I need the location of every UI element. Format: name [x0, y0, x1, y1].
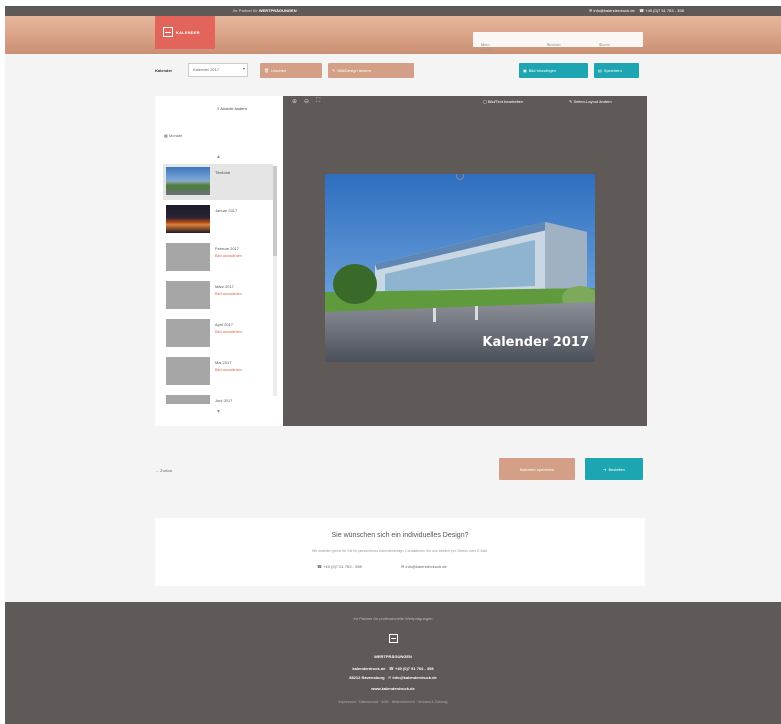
view-toggle[interactable]: ≡ Ansicht ändern: [217, 106, 247, 111]
top-email-link[interactable]: info@kalenderdruck.de: [593, 8, 634, 13]
thumbnail-scrollbar[interactable]: [273, 166, 277, 396]
top-contact: ✉ info@kalenderdruck.de ☎ +49 (0)7 51 76…: [589, 8, 684, 13]
list-item-status: Bild auswählen: [215, 329, 242, 334]
add-image-button[interactable]: ▣ Bild hinzufügen: [519, 63, 588, 78]
footer-contact-row-2: 88212 Ravensburg ✉ info@kalenderdruck.de: [349, 675, 437, 680]
list-item-title: April 2017: [215, 322, 234, 327]
pencil-icon: ✎: [332, 68, 336, 73]
zoom-in-icon[interactable]: ⊕: [292, 98, 297, 105]
thumbnail-placeholder: [166, 395, 210, 404]
layout-tool[interactable]: ✎ Seiten-Layout ändern: [569, 99, 612, 104]
logo-icon: [389, 634, 398, 643]
custom-design-card: Sie wünschen sich ein individuelles Desi…: [155, 518, 645, 586]
list-item-title: Januar 2017: [215, 208, 238, 213]
editor-toolbar: Kalender Kalender 2017 ▾ 🗑 Löschen ✎ Bil…: [5, 62, 781, 78]
top-bar: Ihr Partner für WERTPRÄGUNGEN ✉ info@kal…: [5, 6, 781, 16]
promo-prefix: Ihr Partner für: [233, 8, 258, 13]
chevron-down-icon: ▾: [242, 66, 245, 71]
scrollbar-thumb[interactable]: [273, 166, 277, 256]
footer-contact-row-1: kalenderdruck.de ☎ +49 (0)7 51 763 - 398: [352, 666, 434, 671]
save-icon: ▤: [598, 68, 602, 73]
edit-text-tool[interactable]: ▢ Bild/Text bearbeiten: [483, 99, 523, 104]
list-item[interactable]: April 2017 Bild auswählen: [163, 316, 273, 352]
save-button[interactable]: ▤ Speichern: [594, 63, 639, 78]
trash-icon: 🗑: [264, 68, 270, 73]
footer-website-link[interactable]: www.kalenderdruck.de: [5, 686, 781, 691]
top-phone[interactable]: +49 (0)7 51 763 - 398: [645, 8, 684, 13]
list-item-title: März 2017: [215, 284, 234, 289]
list-item[interactable]: Januar 2017: [163, 202, 273, 238]
card-email[interactable]: ✉ info@kalenderdruck.de: [401, 564, 447, 569]
cart-icon: ➜: [603, 466, 607, 472]
list-item[interactable]: Februar 2017 Bild auswählen: [163, 240, 273, 276]
list-item[interactable]: Juni 2017: [163, 392, 273, 404]
list-item-status: Bild auswählen: [215, 253, 242, 258]
logo[interactable]: KALENDER: [155, 16, 215, 49]
list-item-status: Bild auswählen: [215, 367, 242, 372]
calendar-label: Kalender: [155, 68, 173, 73]
calendar-preview: ⊕ ⊖ ⛶ ▢ Bild/Text bearbeiten ✎ Seiten-La…: [283, 96, 647, 426]
zoom-out-icon[interactable]: ⊖: [304, 98, 309, 105]
thumbnail-image: [166, 205, 210, 233]
card-title: Sie wünschen sich ein individuelles Desi…: [331, 532, 469, 539]
back-button[interactable]: ← Zurück: [155, 468, 172, 473]
thumbnail-placeholder: [166, 243, 210, 271]
promo-brand: WERTPRÄGUNGEN: [258, 8, 297, 13]
scroll-up-icon[interactable]: ▴: [217, 153, 220, 160]
thumbnail-placeholder: [166, 357, 210, 385]
footer-brand: WERTPRÄGUNGEN: [374, 654, 412, 659]
change-design-button[interactable]: ✎ Bild/Design ändern: [328, 63, 414, 78]
header: KALENDER ☺ Mein Konto ✎ Kontakt ⚲ Suche: [5, 16, 781, 54]
list-item-status: Bild auswählen: [215, 291, 242, 296]
footer-legal-links[interactable]: Impressum · Datenschutz · AGB · Widerruf…: [5, 700, 781, 704]
page-list-panel: ≡ Ansicht ändern ▦ Monate ▴ Titelblatt J…: [155, 96, 283, 426]
promo-text: Ihr Partner für WERTPRÄGUNGEN: [233, 8, 297, 13]
month-list-label: ▦ Monate: [164, 133, 183, 138]
image-icon: ▣: [523, 68, 527, 73]
cover-caption[interactable]: Kalender 2017: [482, 335, 589, 350]
calendar-select[interactable]: Kalender 2017 ▾: [188, 63, 248, 77]
list-item[interactable]: Mai 2017 Bild auswählen: [163, 354, 273, 390]
calendar-page[interactable]: Kalender 2017: [325, 174, 595, 362]
order-button[interactable]: ➜ Bestellen: [585, 458, 643, 480]
footer-tagline: Ihr Partner für professionelle Wertprägu…: [353, 616, 433, 621]
card-phone[interactable]: ☎ +49 (0)7 51 763 - 398: [317, 564, 362, 569]
list-item-title: Februar 2017: [215, 246, 240, 251]
cover-photo: [325, 174, 595, 362]
fullscreen-icon[interactable]: ⛶: [316, 98, 320, 105]
save-calendar-button[interactable]: Kalender speichern: [499, 458, 575, 480]
phone-icon: ☎: [639, 8, 645, 13]
thumbnail-image: [166, 167, 210, 195]
list-item[interactable]: März 2017 Bild auswählen: [163, 278, 273, 314]
mail-icon: ✉: [387, 675, 392, 680]
logo-text: KALENDER: [176, 30, 200, 35]
thumbnail-placeholder: [166, 281, 210, 309]
scroll-down-icon[interactable]: ▾: [217, 408, 220, 415]
mail-icon: ✉: [589, 8, 593, 13]
list-item-title: Mai 2017: [215, 360, 232, 365]
app-frame: Ihr Partner für WERTPRÄGUNGEN ✉ info@kal…: [5, 6, 781, 724]
logo-icon: [163, 27, 173, 37]
header-nav: ☺ Mein Konto ✎ Kontakt ⚲ Suche: [473, 32, 643, 52]
footer: Ihr Partner für professionelle Wertprägu…: [5, 602, 781, 724]
list-item-title: Juni 2017: [215, 398, 233, 403]
list-item[interactable]: Titelblatt: [163, 164, 273, 200]
card-description: Wir erstellen gerne für Sie Ihr persönli…: [311, 549, 488, 553]
thumbnail-list: Titelblatt Januar 2017 Februar 2017 Bild…: [163, 164, 273, 404]
list-item-title: Titelblatt: [215, 170, 230, 175]
delete-button[interactable]: 🗑 Löschen: [260, 63, 322, 78]
thumbnail-placeholder: [166, 319, 210, 347]
phone-icon: ☎: [388, 666, 394, 671]
